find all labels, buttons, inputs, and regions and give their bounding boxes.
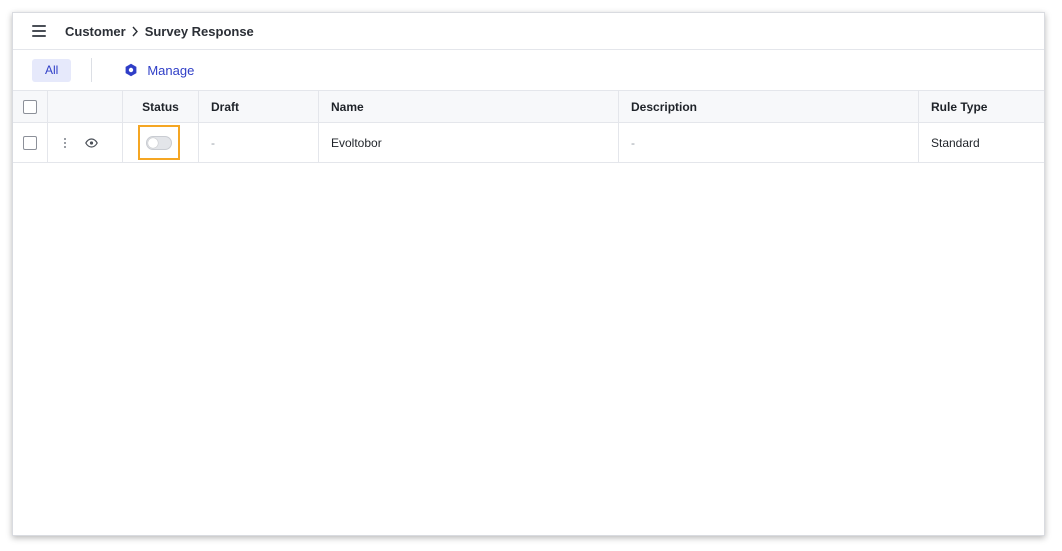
chevron-right-icon	[131, 26, 139, 37]
select-all-checkbox[interactable]	[23, 99, 37, 114]
status-toggle[interactable]	[145, 135, 172, 150]
eye-icon[interactable]	[85, 137, 98, 148]
tab-all[interactable]: All	[32, 58, 72, 82]
row-checkbox[interactable]	[23, 135, 37, 150]
row-name: Evoltobor	[319, 123, 619, 162]
more-vertical-icon[interactable]	[62, 137, 68, 148]
manage-label: Manage	[147, 62, 195, 78]
table-header-row: Status Draft Name Description Rule Type	[13, 91, 1044, 123]
toggle-knob	[147, 137, 158, 148]
column-header-draft[interactable]: Draft	[199, 91, 319, 122]
manage-button[interactable]: Manage	[124, 63, 194, 78]
gear-icon	[124, 63, 138, 77]
breadcrumb-current: Survey Response	[144, 23, 254, 39]
app-window: Customer Survey Response All Manage Stat…	[12, 12, 1045, 536]
header-select-cell	[13, 91, 48, 122]
menu-icon[interactable]	[32, 25, 46, 37]
column-header-status[interactable]: Status	[123, 91, 199, 122]
breadcrumb: Customer Survey Response	[65, 24, 254, 39]
breadcrumb-parent[interactable]: Customer	[65, 24, 126, 39]
table-row[interactable]: - Evoltobor - Standard	[13, 123, 1044, 163]
row-rule-type: Standard	[931, 135, 980, 150]
header-actions-cell	[48, 91, 123, 122]
column-header-description[interactable]: Description	[619, 91, 919, 122]
column-header-name[interactable]: Name	[319, 91, 619, 122]
page-header: Customer Survey Response	[13, 13, 1044, 50]
row-draft: -	[199, 123, 319, 162]
toolbar-divider	[91, 58, 93, 82]
status-highlight	[137, 125, 180, 160]
toolbar: All Manage	[13, 50, 1044, 91]
row-select-cell	[13, 123, 48, 162]
row-actions-cell	[48, 123, 123, 162]
row-status-cell	[123, 123, 199, 162]
rules-table: Status Draft Name Description Rule Type	[13, 91, 1044, 163]
row-description: -	[619, 123, 919, 162]
column-header-rule-type[interactable]: Rule Type	[919, 91, 1044, 122]
